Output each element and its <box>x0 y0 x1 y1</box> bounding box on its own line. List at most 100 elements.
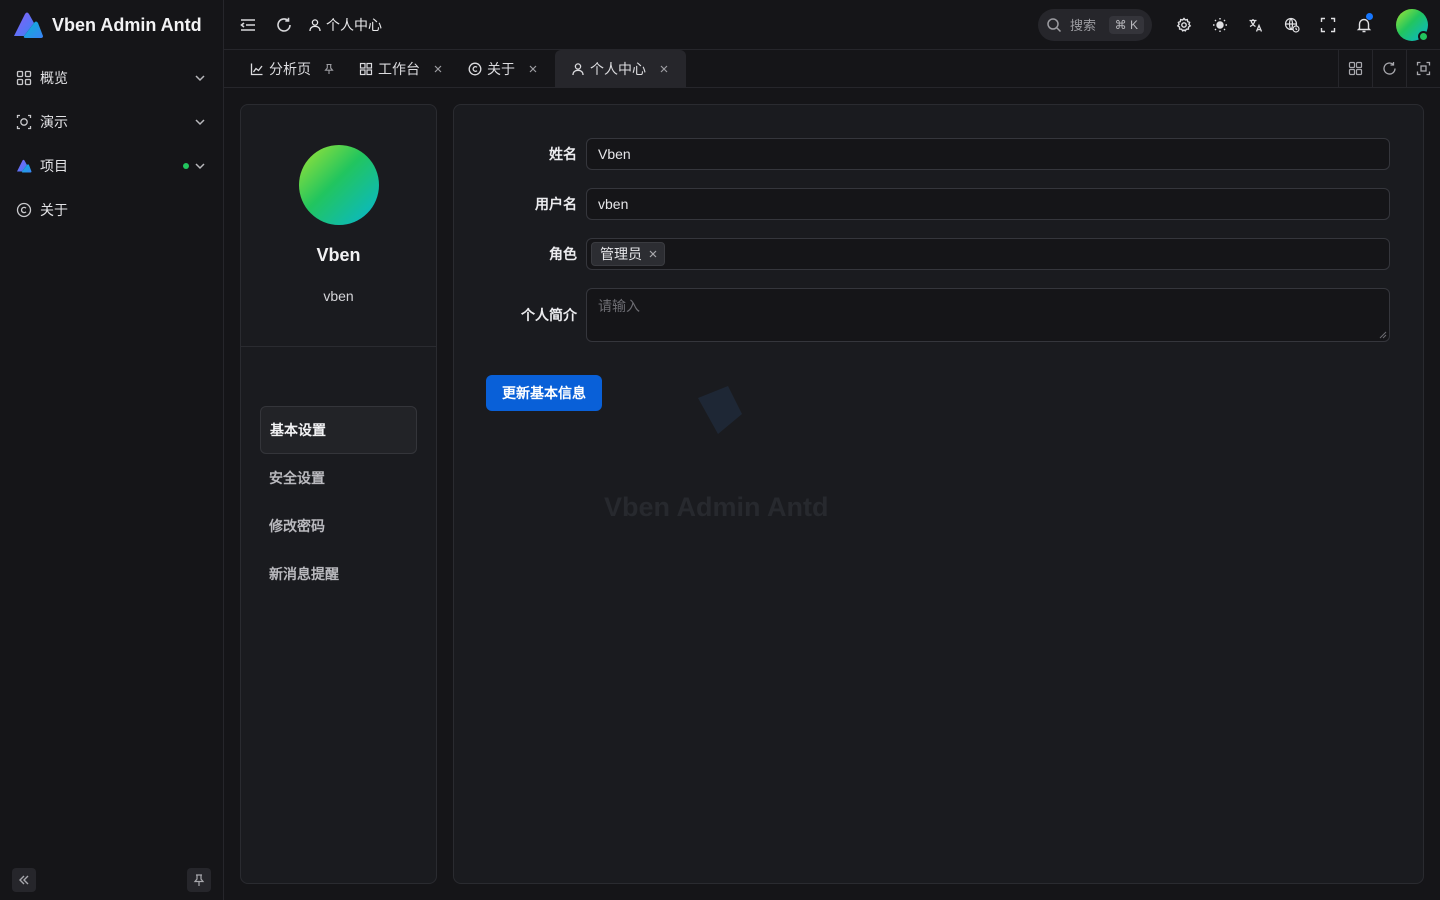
user-icon <box>572 62 584 75</box>
sun-icon <box>1213 17 1227 32</box>
watermark-text: Vben Admin Antd <box>604 492 829 522</box>
role-label: 角色 <box>549 246 577 262</box>
top-header: 个人中心 搜索 ⌘ K <box>224 0 1440 50</box>
menu-security-settings[interactable]: 安全设置 <box>260 454 417 502</box>
tabs: 分析页 工作台 关于 个人中心 <box>224 50 1338 87</box>
translate-icon <box>1249 18 1263 32</box>
pin-icon[interactable] <box>323 63 335 75</box>
bio-textarea[interactable]: 请输入 <box>586 288 1390 342</box>
tab-analytics[interactable]: 分析页 <box>242 50 343 87</box>
user-icon <box>309 18 321 31</box>
tab-maximize-button[interactable] <box>1406 50 1440 87</box>
pin-icon <box>193 874 205 886</box>
sidebar: Vben Admin Antd 概览 演示 项目 关于 <box>0 0 224 900</box>
close-icon[interactable] <box>658 63 670 75</box>
timezone-button[interactable] <box>1274 7 1310 43</box>
tab-about[interactable]: 关于 <box>460 50 547 87</box>
divider <box>241 346 436 347</box>
header-actions: 搜索 ⌘ K <box>1038 7 1440 43</box>
close-icon[interactable] <box>432 63 444 75</box>
close-icon[interactable] <box>527 63 539 75</box>
menu-toggle-button[interactable] <box>230 7 266 43</box>
status-dot <box>183 163 189 169</box>
tab-profile[interactable]: 个人中心 <box>555 50 686 87</box>
breadcrumb[interactable]: 个人中心 <box>308 15 382 35</box>
basic-settings-form: 姓名 Vben 用户名 vben 角色 管理员 个人简介 请输入 更新基本信息 … <box>453 104 1424 884</box>
sidebar-menu: 概览 演示 项目 关于 <box>0 56 223 232</box>
sidebar-item-label: 项目 <box>40 158 68 174</box>
brand-title: Vben Admin Antd <box>52 14 202 35</box>
refresh-button[interactable] <box>266 7 302 43</box>
fullscreen-button[interactable] <box>1310 7 1346 43</box>
grid-icon <box>1348 61 1363 76</box>
demo-icon <box>16 114 32 130</box>
menu-basic-settings[interactable]: 基本设置 <box>260 406 417 454</box>
role-select[interactable]: 管理员 <box>586 238 1390 270</box>
notifications-button[interactable] <box>1346 7 1382 43</box>
double-chevron-left-icon <box>19 875 29 885</box>
menu-notification-settings[interactable]: 新消息提醒 <box>260 550 417 598</box>
sidebar-item-about[interactable]: 关于 <box>0 188 223 232</box>
collapse-sidebar-button[interactable] <box>12 868 36 892</box>
sidebar-item-overview[interactable]: 概览 <box>0 56 223 100</box>
notification-badge <box>1366 12 1373 20</box>
settings-button[interactable] <box>1166 7 1202 43</box>
language-button[interactable] <box>1238 7 1274 43</box>
username-input[interactable]: vben <box>586 188 1390 220</box>
pin-sidebar-button[interactable] <box>187 868 211 892</box>
search-shortcut: ⌘ K <box>1108 15 1144 34</box>
name-input[interactable]: Vben <box>586 138 1390 170</box>
brand[interactable]: Vben Admin Antd <box>0 0 223 50</box>
refresh-icon <box>1383 62 1396 75</box>
role-tag-label: 管理员 <box>600 246 642 262</box>
chart-icon <box>250 63 263 75</box>
theme-toggle-button[interactable] <box>1202 7 1238 43</box>
sidebar-footer <box>12 868 211 892</box>
avatar <box>298 145 379 225</box>
sidebar-item-label: 关于 <box>40 202 68 218</box>
username-label: 用户名 <box>535 196 577 212</box>
sidebar-item-label: 概览 <box>40 70 68 86</box>
tab-refresh-button[interactable] <box>1372 50 1406 87</box>
bio-placeholder: 请输入 <box>598 298 640 314</box>
globe-clock-icon <box>1284 17 1300 33</box>
profile-settings-menu: 基本设置 安全设置 修改密码 新消息提醒 <box>241 406 436 598</box>
chevron-down-icon <box>195 119 205 126</box>
form-row-bio: 个人简介 请输入 <box>454 288 1390 342</box>
form-row-role: 角色 管理员 <box>454 238 1390 270</box>
menu-change-password[interactable]: 修改密码 <box>260 502 417 550</box>
tab-label: 分析页 <box>269 60 311 77</box>
workspace-icon <box>359 62 373 75</box>
bio-label: 个人简介 <box>521 307 577 323</box>
maximize-icon <box>1416 61 1431 76</box>
watermark-logo-icon <box>698 386 742 434</box>
search-label: 搜索 <box>1070 18 1097 33</box>
tab-workspace[interactable]: 工作台 <box>351 50 452 87</box>
watermark: Vben Admin Antd <box>604 380 836 530</box>
sidebar-item-label: 演示 <box>40 114 68 130</box>
tab-menu-button[interactable] <box>1338 50 1372 87</box>
search-icon <box>1047 17 1062 32</box>
online-status-dot <box>1418 30 1429 42</box>
tab-label: 关于 <box>487 60 515 77</box>
sidebar-item-project[interactable]: 项目 <box>0 144 223 188</box>
close-icon[interactable] <box>648 249 658 259</box>
breadcrumb-label: 个人中心 <box>326 16 382 33</box>
sidebar-item-demos[interactable]: 演示 <box>0 100 223 144</box>
form-row-username: 用户名 vben <box>454 188 1390 220</box>
profile-name: Vben <box>316 245 361 265</box>
profile-card: Vben vben 基本设置 安全设置 修改密码 新消息提醒 <box>240 104 437 884</box>
copyright-icon <box>16 202 32 218</box>
role-tag: 管理员 <box>591 242 665 266</box>
tab-bar: 分析页 工作台 关于 个人中心 <box>224 50 1440 88</box>
user-avatar-button[interactable] <box>1396 8 1429 42</box>
dashboard-grid-icon <box>16 70 32 86</box>
gear-icon <box>1176 16 1192 32</box>
global-search-button[interactable]: 搜索 ⌘ K <box>1038 8 1152 41</box>
fullscreen-icon <box>1320 17 1336 32</box>
update-basic-info-button[interactable]: 更新基本信息 <box>486 375 602 411</box>
copyright-icon <box>468 62 482 75</box>
resize-handle-icon[interactable] <box>1379 331 1387 339</box>
form-row-name: 姓名 Vben <box>454 138 1390 170</box>
profile-username: vben <box>323 288 354 304</box>
